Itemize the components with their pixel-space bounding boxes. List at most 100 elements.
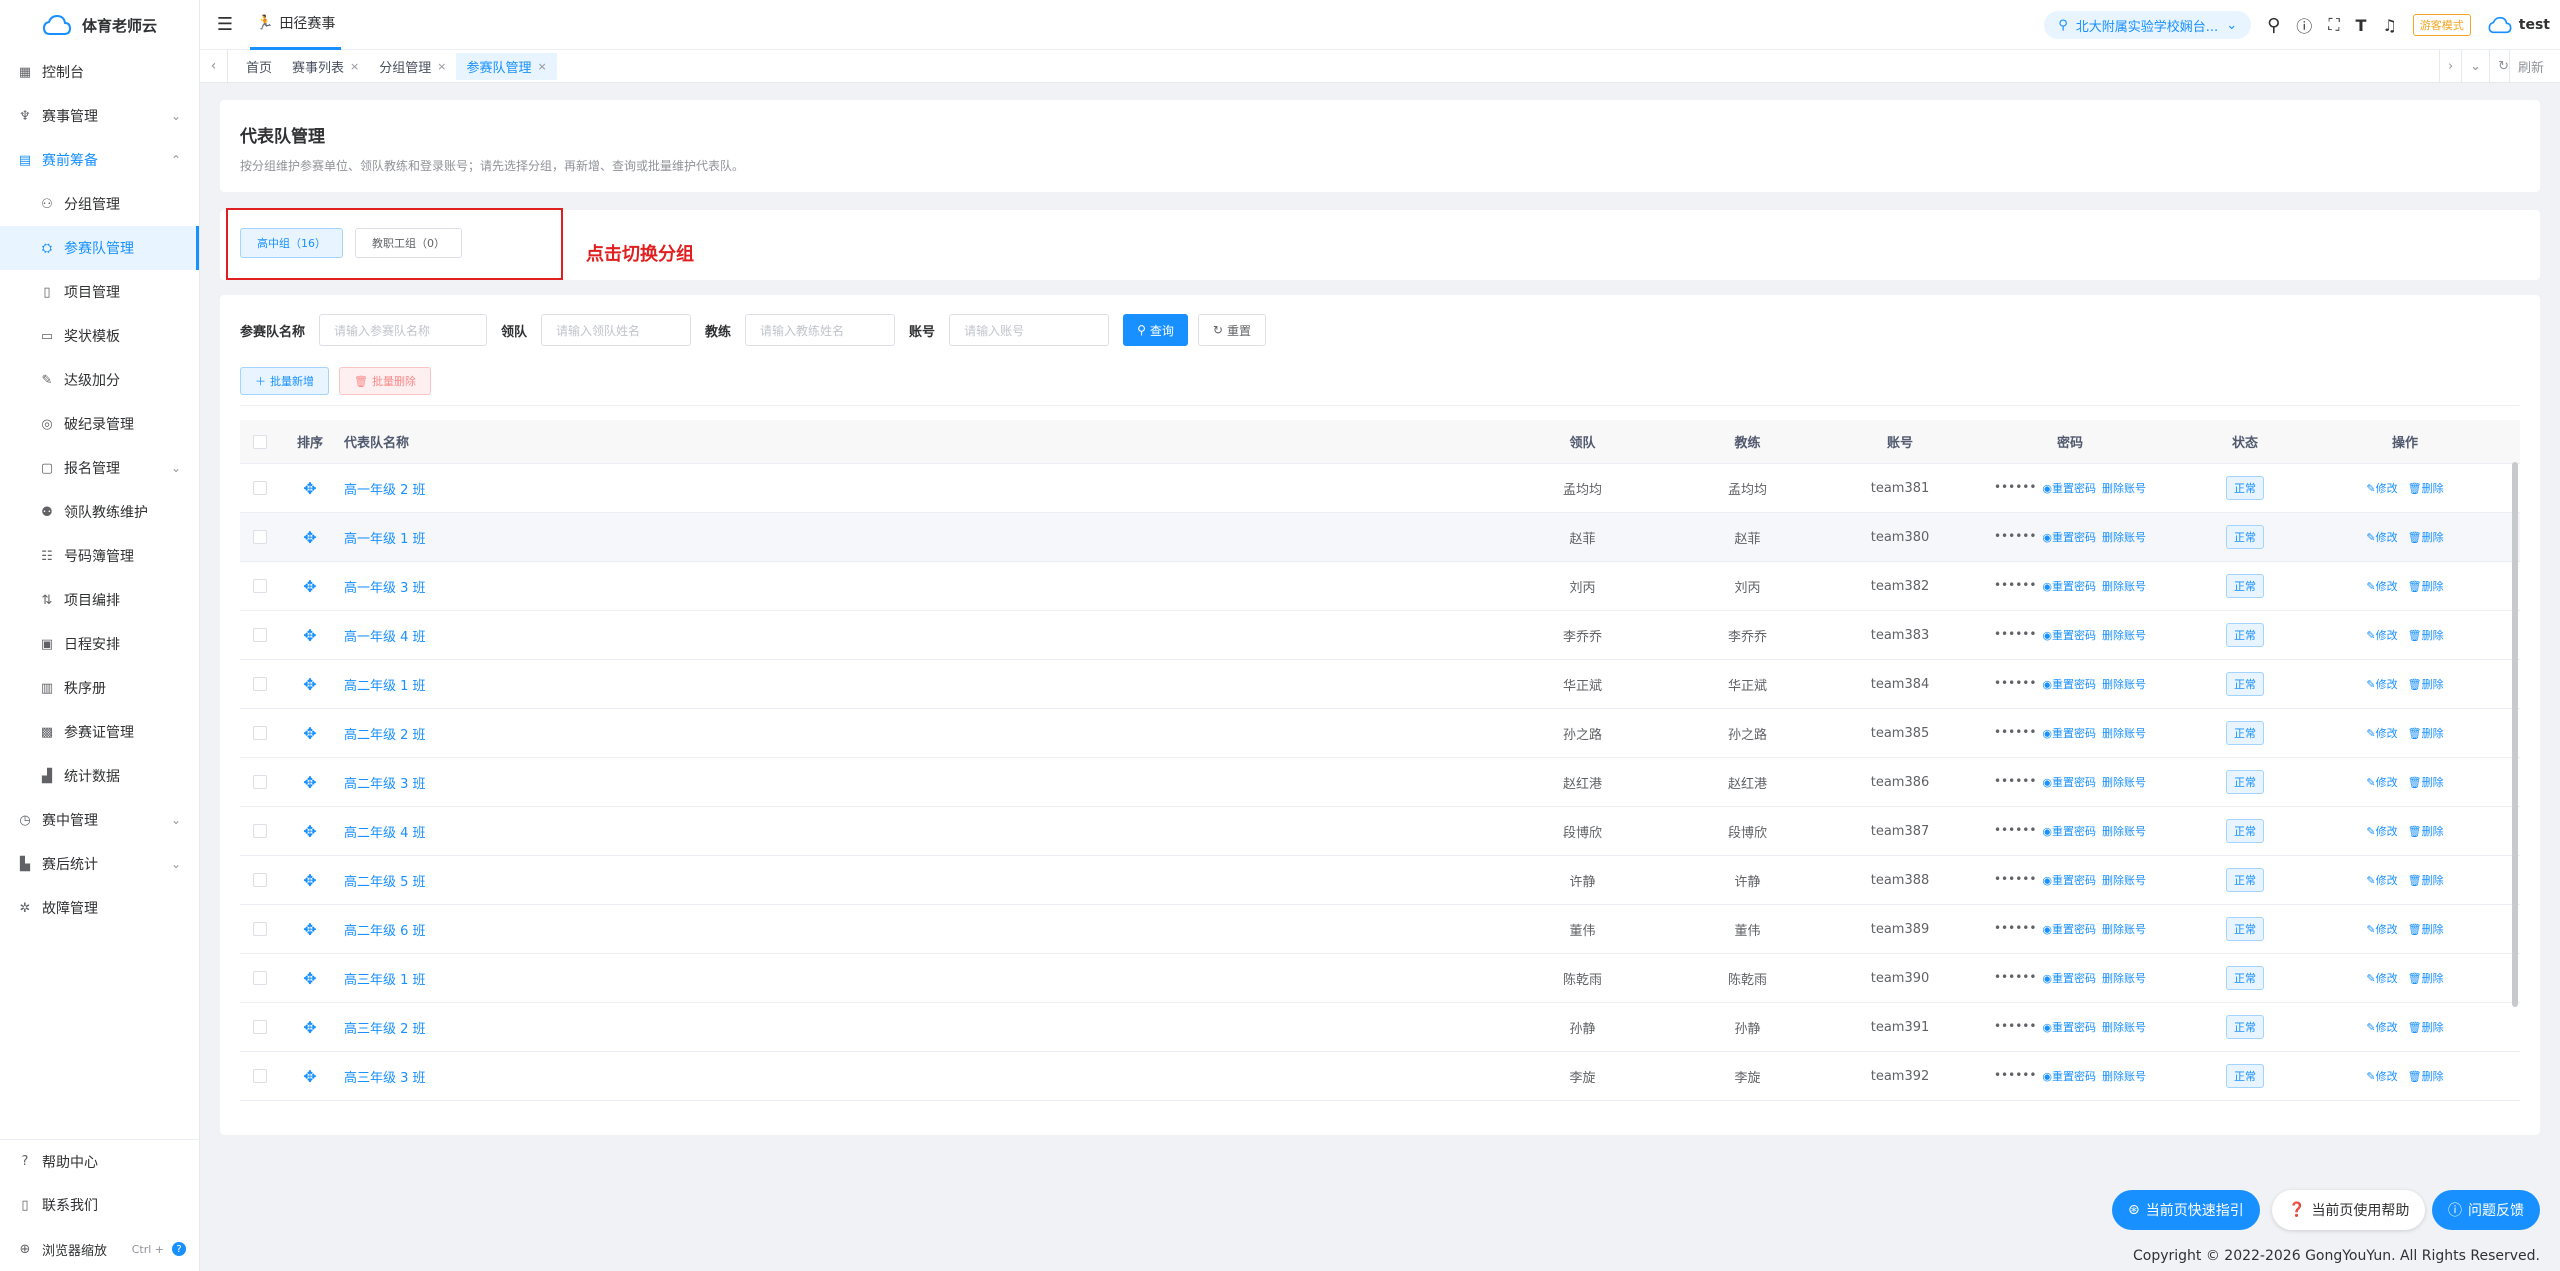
sidebar-item-bib-numbers[interactable]: ☷ 号码簿管理 <box>0 534 199 578</box>
reset-password-link[interactable]: ◉重置密码 <box>2042 1068 2096 1084</box>
team-name-link[interactable]: 高三年级 3 班 <box>344 1071 426 1086</box>
edit-link[interactable]: ✎修改 <box>2366 970 2397 986</box>
select-all-checkbox[interactable] <box>240 434 280 449</box>
reset-password-link[interactable]: ◉重置密码 <box>2042 970 2096 986</box>
team-name-link[interactable]: 高一年级 4 班 <box>344 630 426 645</box>
sidebar-item-pre-event[interactable]: ▤ 赛前筹备 ⌃ <box>0 138 199 182</box>
edit-link[interactable]: ✎修改 <box>2366 676 2397 692</box>
reset-password-link[interactable]: ◉重置密码 <box>2042 823 2096 839</box>
info-icon[interactable]: ? <box>172 1242 186 1256</box>
delete-link[interactable]: 🗑删除 <box>2408 1019 2444 1035</box>
delete-link[interactable]: 🗑删除 <box>2408 823 2444 839</box>
reset-password-link[interactable]: ◉重置密码 <box>2042 872 2096 888</box>
font-size-icon[interactable]: T <box>2356 16 2367 35</box>
sidebar-item-faults[interactable]: ✲ 故障管理 <box>0 886 199 930</box>
row-checkbox[interactable] <box>240 873 280 887</box>
delete-link[interactable]: 🗑删除 <box>2408 480 2444 496</box>
drag-handle-icon[interactable]: ✥ <box>280 528 340 547</box>
reset-password-link[interactable]: ◉重置密码 <box>2042 676 2096 692</box>
row-checkbox[interactable] <box>240 579 280 593</box>
delete-account-link[interactable]: 删除账号 <box>2102 970 2146 986</box>
account-input[interactable]: 请输入账号 <box>949 314 1110 346</box>
coach-input[interactable]: 请输入教练姓名 <box>745 314 896 346</box>
page-help-button[interactable]: ❓ 当前页使用帮助 <box>2272 1190 2426 1230</box>
team-name-link[interactable]: 高一年级 2 班 <box>344 483 426 498</box>
reset-password-link[interactable]: ◉重置密码 <box>2042 627 2096 643</box>
delete-link[interactable]: 🗑删除 <box>2408 921 2444 937</box>
delete-account-link[interactable]: 删除账号 <box>2102 921 2146 937</box>
edit-link[interactable]: ✎修改 <box>2366 872 2397 888</box>
row-checkbox[interactable] <box>240 726 280 740</box>
sidebar-item-in-event[interactable]: ◷ 赛中管理 ⌄ <box>0 798 199 842</box>
sidebar-item-bonus[interactable]: ✎ 达级加分 <box>0 358 199 402</box>
team-name-link[interactable]: 高二年级 1 班 <box>344 679 426 694</box>
team-name-link[interactable]: 高二年级 4 班 <box>344 826 426 841</box>
sidebar-item-program-book[interactable]: ▥ 秩序册 <box>0 666 199 710</box>
tag-group-management[interactable]: 分组管理 × <box>369 53 456 80</box>
drag-handle-icon[interactable]: ✥ <box>280 479 340 498</box>
tag-team-management[interactable]: 参赛队管理 × <box>456 52 557 80</box>
delete-account-link[interactable]: 删除账号 <box>2102 529 2146 545</box>
edit-link[interactable]: ✎修改 <box>2366 921 2397 937</box>
edit-link[interactable]: ✎修改 <box>2366 823 2397 839</box>
reset-password-link[interactable]: ◉重置密码 <box>2042 480 2096 496</box>
close-icon[interactable]: × <box>437 60 446 73</box>
sidebar-item-records[interactable]: ◎ 破纪录管理 <box>0 402 199 446</box>
drag-handle-icon[interactable]: ✥ <box>280 724 340 743</box>
delete-link[interactable]: 🗑删除 <box>2408 529 2444 545</box>
fullscreen-icon[interactable]: ⛶ <box>2328 15 2339 35</box>
delete-account-link[interactable]: 删除账号 <box>2102 725 2146 741</box>
delete-account-link[interactable]: 删除账号 <box>2102 627 2146 643</box>
edit-link[interactable]: ✎修改 <box>2366 1068 2397 1084</box>
close-icon[interactable]: × <box>350 60 359 73</box>
row-checkbox[interactable] <box>240 677 280 691</box>
drag-handle-icon[interactable]: ✥ <box>280 773 340 792</box>
sidebar-item-schedule[interactable]: ▣ 日程安排 <box>0 622 199 666</box>
delete-account-link[interactable]: 删除账号 <box>2102 823 2146 839</box>
delete-link[interactable]: 🗑删除 <box>2408 578 2444 594</box>
tags-scroll-right-icon[interactable]: › <box>2438 50 2461 83</box>
delete-account-link[interactable]: 删除账号 <box>2102 578 2146 594</box>
row-checkbox[interactable] <box>240 1069 280 1083</box>
team-name-link[interactable]: 高一年级 1 班 <box>344 532 426 547</box>
school-selector[interactable]: ⚲ 北大附属实验学校娴台... ⌄ <box>2044 11 2252 39</box>
team-name-link[interactable]: 高二年级 3 班 <box>344 777 426 792</box>
sidebar-item-certificate-template[interactable]: ▭ 奖状模板 <box>0 314 199 358</box>
bell-icon[interactable]: ♫ <box>2382 16 2396 35</box>
delete-account-link[interactable]: 删除账号 <box>2102 774 2146 790</box>
row-checkbox[interactable] <box>240 628 280 642</box>
drag-handle-icon[interactable]: ✥ <box>280 1067 340 1086</box>
team-name-link[interactable]: 高二年级 5 班 <box>344 875 426 890</box>
tab-athletics[interactable]: 🏃 田径赛事 <box>250 0 342 50</box>
edit-link[interactable]: ✎修改 <box>2366 529 2397 545</box>
sidebar-item-post-event[interactable]: ▙ 赛后统计 ⌄ <box>0 842 199 886</box>
app-logo[interactable]: 体育老师云 <box>0 0 199 50</box>
team-name-link[interactable]: 高二年级 2 班 <box>344 728 426 743</box>
sidebar-item-statistics[interactable]: ▟ 统计数据 <box>0 754 199 798</box>
row-checkbox[interactable] <box>240 922 280 936</box>
delete-link[interactable]: 🗑删除 <box>2408 1068 2444 1084</box>
sidebar-item-dashboard[interactable]: ▦ 控制台 <box>0 50 199 94</box>
batch-delete-button[interactable]: 🗑 批量删除 <box>339 367 431 395</box>
chevron-down-icon[interactable]: ⌄ <box>2461 50 2489 83</box>
edit-link[interactable]: ✎修改 <box>2366 578 2397 594</box>
menu-toggle-icon[interactable]: ☰ <box>200 14 250 35</box>
delete-account-link[interactable]: 删除账号 <box>2102 676 2146 692</box>
delete-link[interactable]: 🗑删除 <box>2408 970 2444 986</box>
reset-password-link[interactable]: ◉重置密码 <box>2042 529 2096 545</box>
delete-link[interactable]: 🗑删除 <box>2408 627 2444 643</box>
delete-account-link[interactable]: 删除账号 <box>2102 1068 2146 1084</box>
feedback-button[interactable]: ⓘ 问题反馈 <box>2432 1190 2540 1230</box>
reset-password-link[interactable]: ◉重置密码 <box>2042 1019 2096 1035</box>
drag-handle-icon[interactable]: ✥ <box>280 1018 340 1037</box>
reset-password-link[interactable]: ◉重置密码 <box>2042 578 2096 594</box>
row-checkbox[interactable] <box>240 1020 280 1034</box>
close-icon[interactable]: × <box>538 60 547 73</box>
reset-button[interactable]: ↻ 重置 <box>1197 314 1266 346</box>
row-checkbox[interactable] <box>240 530 280 544</box>
user-menu[interactable]: test <box>2487 16 2550 34</box>
sidebar-item-coaches[interactable]: ⚉ 领队教练维护 <box>0 490 199 534</box>
tag-home[interactable]: 首页 <box>236 53 282 80</box>
edit-link[interactable]: ✎修改 <box>2366 1019 2397 1035</box>
table-scrollbar[interactable] <box>2512 462 2518 1007</box>
